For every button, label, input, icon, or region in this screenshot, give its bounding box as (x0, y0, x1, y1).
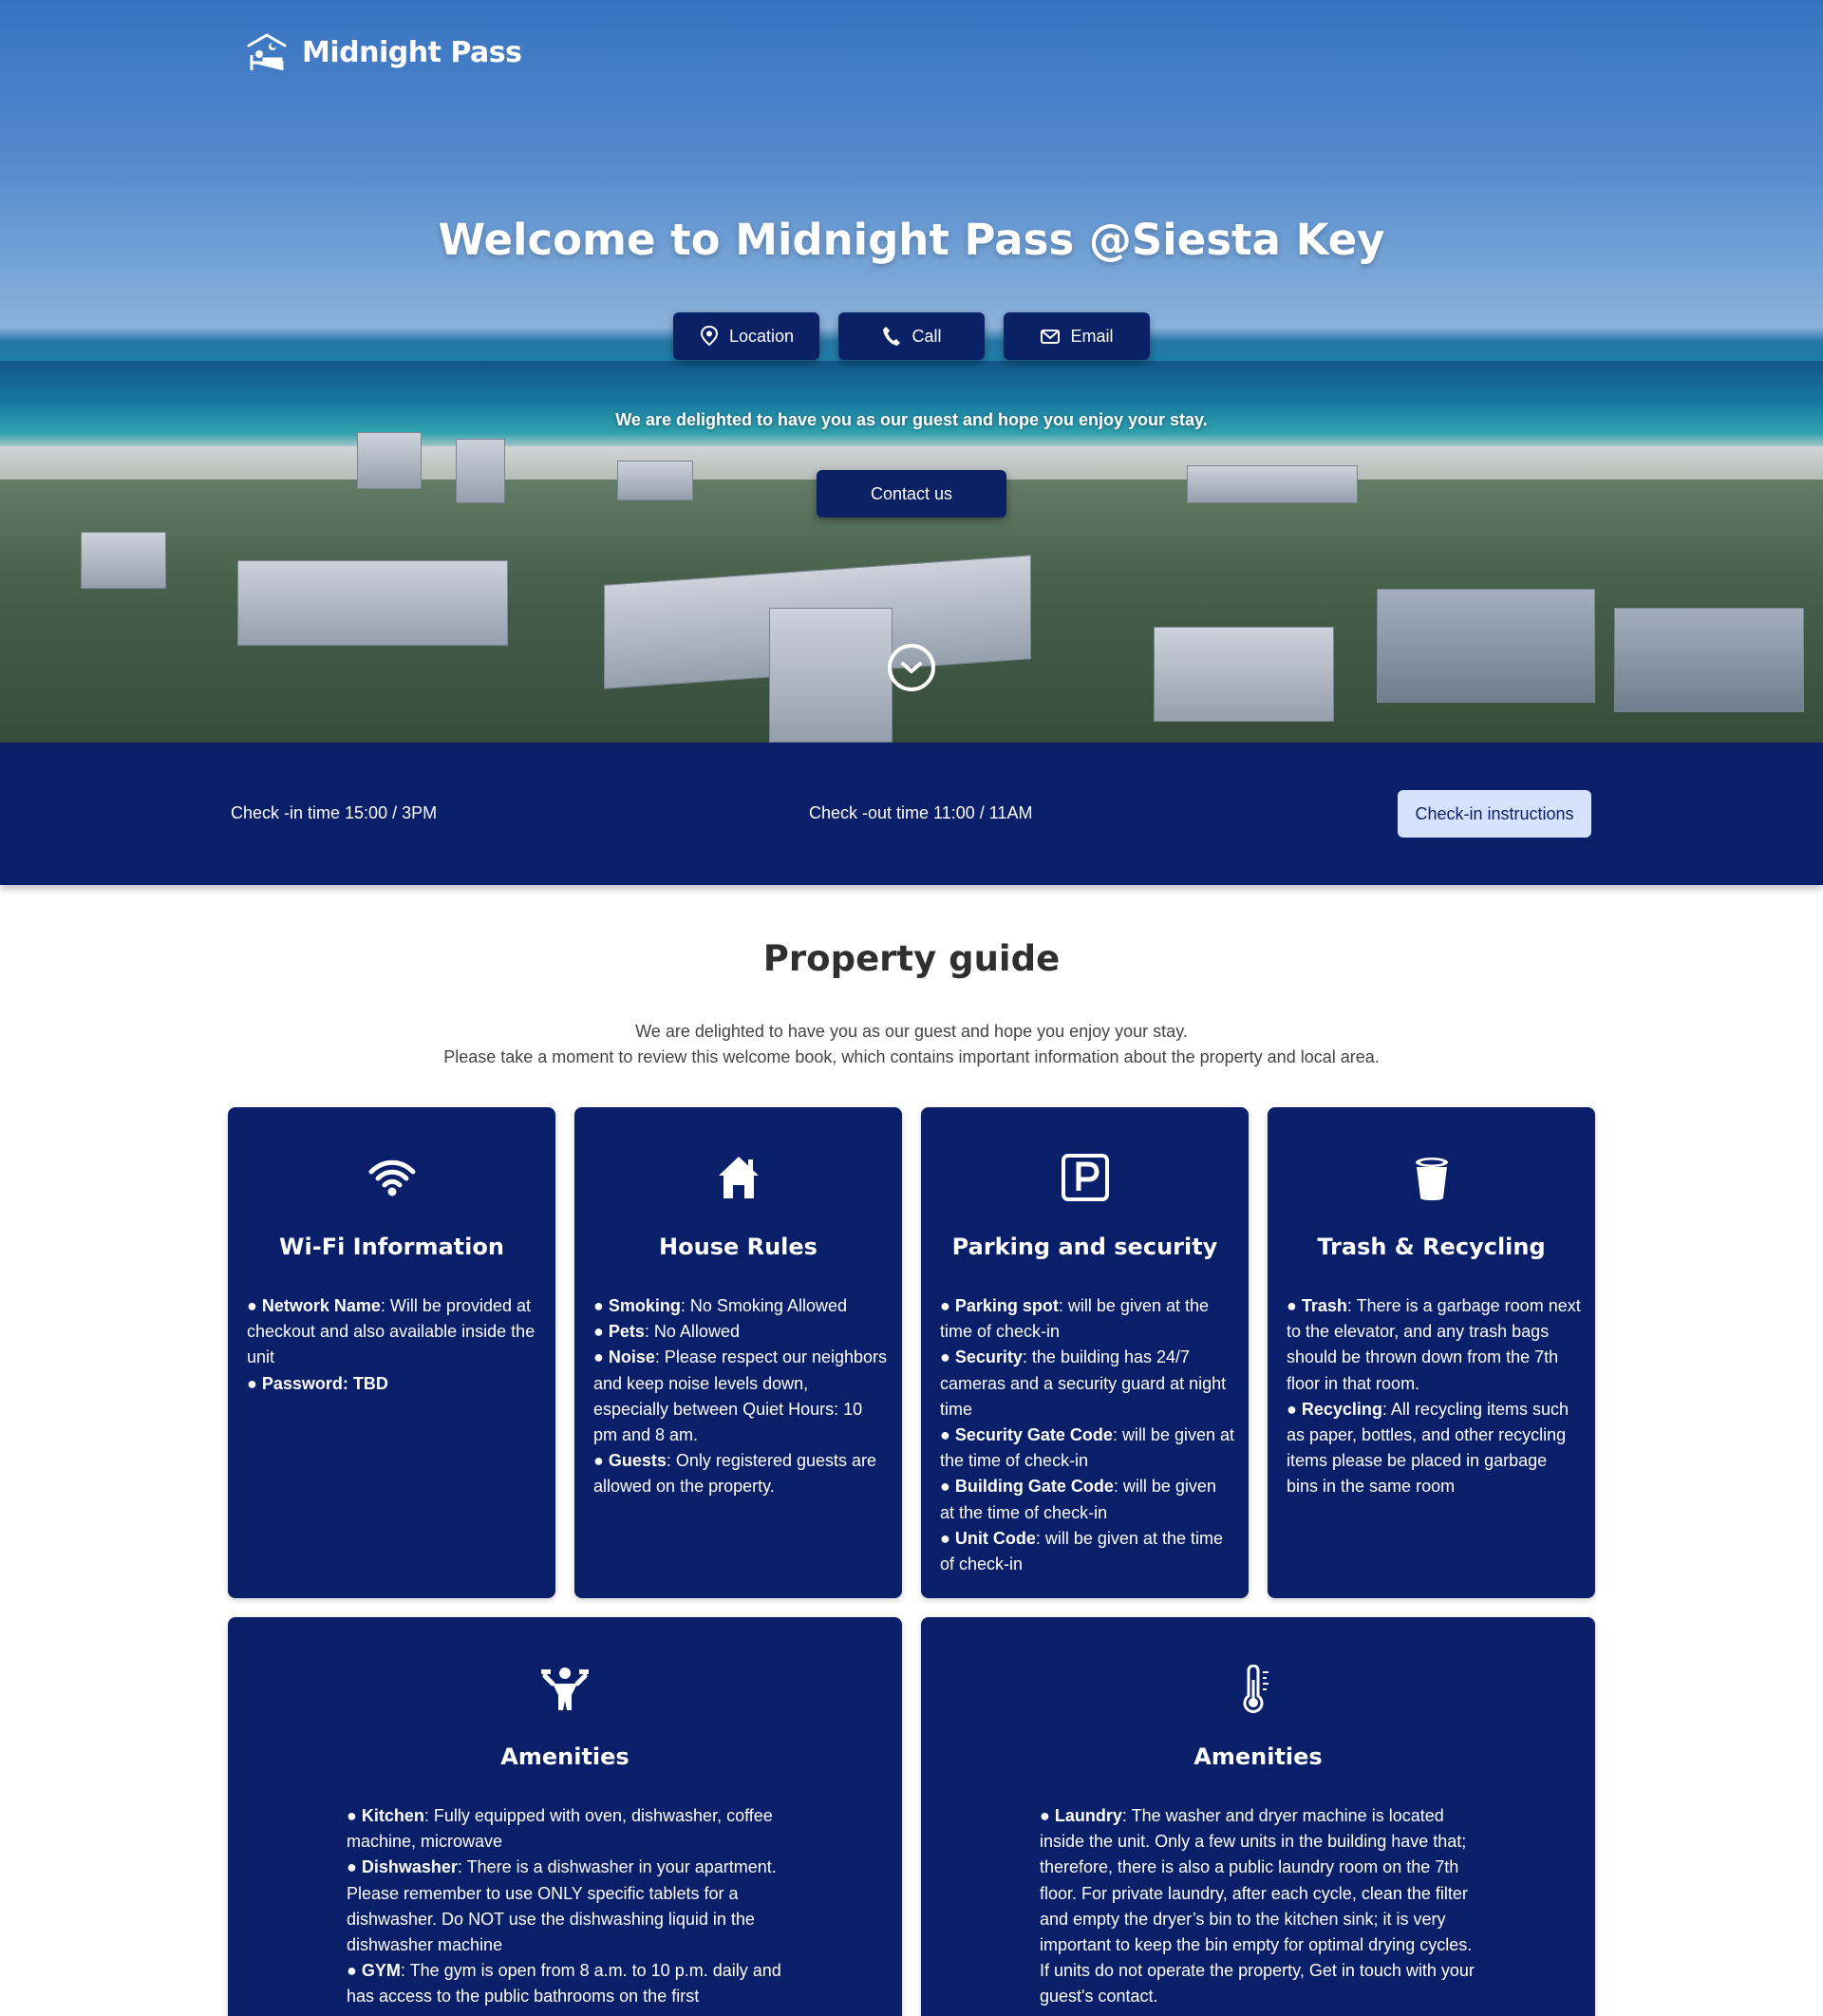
checkin-time: Check -in time 15:00 / 3PM (231, 803, 438, 822)
card-body: ● Network Name: Will be provided at chec… (247, 1293, 541, 1397)
call-button-label: Call (912, 326, 942, 346)
card-body: ● Laundry: The washer and dryer machine … (1040, 1803, 1476, 2010)
list-item: ● Building Gate Code: will be given at t… (940, 1477, 1216, 1522)
list-item: ● Parking spot: will be given at the tim… (940, 1296, 1209, 1342)
thermometer-icon (1243, 1665, 1269, 1713)
list-item: ● Recycling: All recycling items such as… (1287, 1399, 1569, 1497)
card-title: Amenities (500, 1743, 630, 1770)
gym-person-icon (541, 1667, 589, 1710)
list-item: ● Trash: There is a garbage room next to… (1287, 1296, 1581, 1393)
list-item: ● Smoking: No Smoking Allowed (593, 1296, 847, 1315)
call-button[interactable]: Call (838, 312, 985, 360)
hotel-bed-icon (247, 33, 287, 70)
hero-banner: Midnight Pass Welcome to Midnight Pass @… (0, 0, 1823, 743)
list-item: ● Security Gate Code: will be given at t… (940, 1425, 1235, 1471)
brand-name: Midnight Pass (302, 35, 522, 69)
card-body: ● Parking spot: will be given at the tim… (940, 1293, 1234, 1577)
checkout-time: Check -out time 11:00 / 11AM (809, 803, 1033, 822)
hero-action-buttons: Location Call Email (0, 312, 1823, 360)
house-icon (718, 1157, 759, 1198)
card-title: Trash & Recycling (1317, 1234, 1546, 1260)
hero-title: Welcome to Midnight Pass @Siesta Key (438, 215, 1385, 265)
trash-recycling-card: Trash & Recycling ● Trash: There is a ga… (1268, 1107, 1595, 1598)
list-item: ● Laundry: The washer and dryer machine … (1040, 1806, 1475, 2007)
chevron-down-icon (901, 662, 922, 673)
checkin-instructions-button[interactable]: Check-in instructions (1398, 790, 1591, 838)
hero-overlay (0, 0, 1823, 743)
list-item: ● Guests: Only registered guests are all… (593, 1451, 877, 1497)
list-item: ● Password: TBD (247, 1373, 388, 1393)
location-button[interactable]: Location (673, 312, 819, 360)
wifi-card: Wi-Fi Information ● Network Name: Will b… (228, 1107, 555, 1598)
email-button-label: Email (1070, 326, 1114, 346)
list-item: ● Unit Code: will be given at the time o… (940, 1528, 1223, 1574)
list-item: ● Kitchen: Fully equipped with oven, dis… (347, 1806, 773, 1852)
card-body: ● Smoking: No Smoking Allowed ● Pets: No… (593, 1293, 888, 1500)
parking-security-card: Parking and security ● Parking spot: wil… (921, 1107, 1249, 1598)
parking-icon (1061, 1154, 1109, 1201)
property-guide-title: Property guide (762, 938, 1061, 979)
intro-line: We are delighted to have you as our gues… (635, 1022, 1188, 1041)
amenities-card-kitchen-gym: Amenities ● Kitchen: Fully equipped with… (228, 1617, 902, 2016)
property-guide-intro: We are delighted to have you as our gues… (0, 1019, 1823, 1070)
trash-bin-icon (1415, 1158, 1448, 1200)
list-item: ● Security: the building has 24/7 camera… (940, 1347, 1227, 1419)
card-body: ● Trash: There is a garbage room next to… (1287, 1293, 1583, 1500)
phone-icon (883, 327, 901, 346)
map-pin-icon (700, 325, 718, 347)
list-item: ● Noise: Please respect our neighbors an… (593, 1347, 888, 1445)
card-title: Parking and security (951, 1234, 1218, 1260)
hero-subtitle: We are delighted to have you as our gues… (615, 410, 1208, 429)
card-title: Wi-Fi Information (279, 1234, 504, 1260)
house-rules-card: House Rules ● Smoking: No Smoking Allowe… (574, 1107, 902, 1598)
mail-icon (1041, 330, 1061, 344)
wifi-icon (368, 1159, 415, 1196)
list-item: ● Pets: No Allowed (593, 1322, 740, 1342)
list-item: ● Dishwasher: There is a dishwasher in y… (347, 1857, 777, 1955)
location-button-label: Location (728, 326, 795, 346)
list-item: ● GYM: The gym is open from 8 a.m. to 10… (347, 1961, 781, 2007)
card-title: House Rules (659, 1234, 818, 1260)
scroll-down-button[interactable] (888, 644, 935, 691)
brand-logo[interactable]: Midnight Pass (245, 30, 522, 74)
email-button[interactable]: Email (1004, 312, 1150, 360)
check-times-bar: Check -in time 15:00 / 3PM Check -out ti… (0, 743, 1823, 885)
list-item: ● Network Name: Will be provided at chec… (247, 1296, 536, 1367)
card-body: ● Kitchen: Fully equipped with oven, dis… (347, 1803, 783, 2010)
amenities-card-laundry: Amenities ● Laundry: The washer and drye… (921, 1617, 1595, 2016)
intro-line: Please take a moment to review this welc… (443, 1047, 1380, 1066)
contact-us-button[interactable]: Contact us (817, 470, 1006, 518)
card-title: Amenities (1193, 1743, 1323, 1770)
